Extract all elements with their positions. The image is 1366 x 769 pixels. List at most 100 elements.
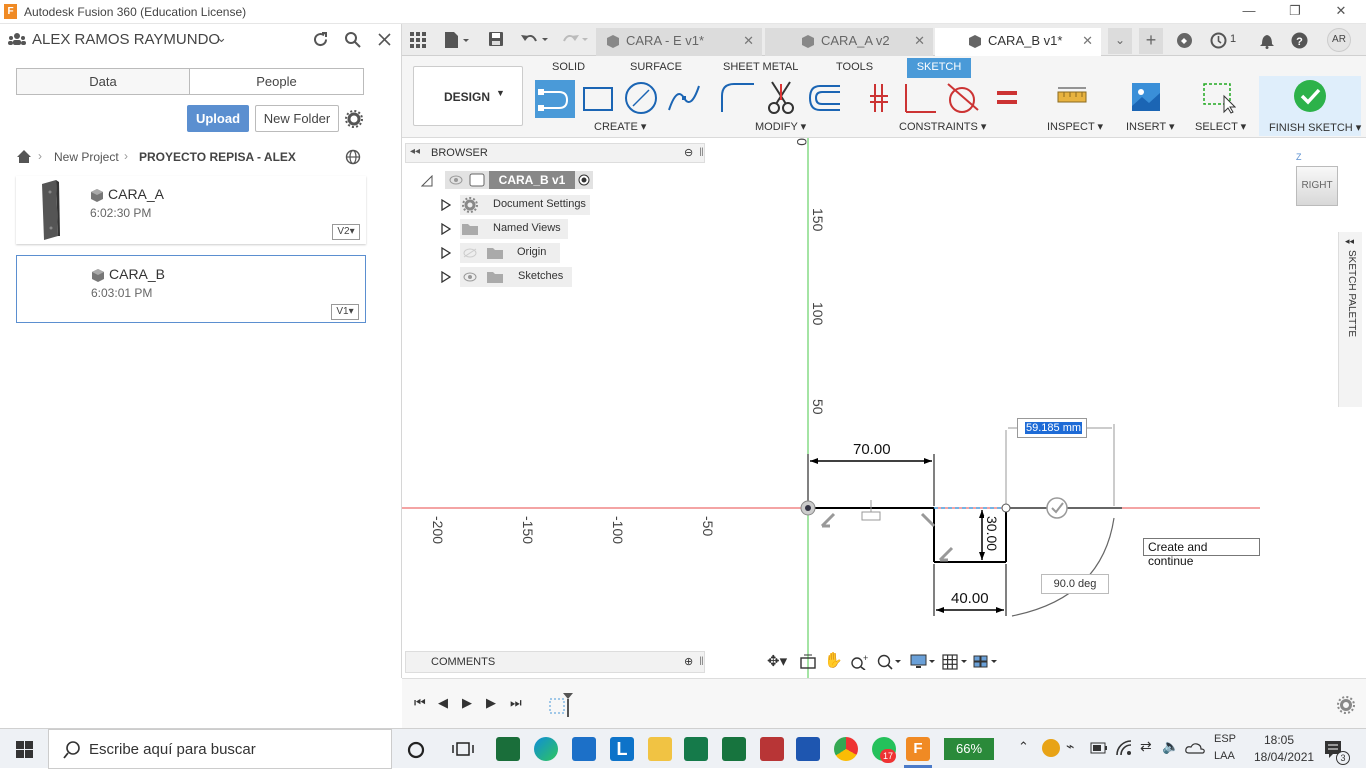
expand-arrow-icon[interactable] bbox=[441, 223, 451, 235]
panel-grip-icon[interactable]: ‖ bbox=[699, 145, 704, 159]
windows-start-icon[interactable] bbox=[16, 741, 33, 758]
collapse-arrows-icon[interactable]: ◂◂ bbox=[410, 146, 420, 157]
finish-sketch-button[interactable]: FINISH SKETCH ▾ bbox=[1259, 76, 1361, 136]
undo-icon[interactable] bbox=[520, 31, 550, 47]
file-menu-icon[interactable] bbox=[444, 31, 470, 49]
skip-to-end-icon[interactable]: ⏭ bbox=[510, 695, 522, 711]
clock-date[interactable]: 18/04/2021 bbox=[1254, 750, 1314, 764]
comments-panel[interactable]: COMMENTS ⊕ ‖ bbox=[405, 651, 705, 673]
insert-image-icon[interactable] bbox=[1131, 82, 1161, 112]
select-window-icon[interactable] bbox=[1202, 82, 1236, 114]
tab-people[interactable]: People bbox=[189, 68, 364, 95]
ribbon-tab-sheet-metal[interactable]: SHEET METAL bbox=[717, 58, 804, 78]
battery-widget[interactable]: 66% bbox=[944, 738, 994, 760]
viewcube[interactable]: RIGHT bbox=[1296, 166, 1338, 206]
play-icon[interactable]: ▶ bbox=[462, 695, 472, 711]
tab-data[interactable]: Data bbox=[16, 68, 190, 95]
close-tab-icon[interactable]: ✕ bbox=[914, 28, 925, 54]
visibility-eye-icon[interactable] bbox=[449, 175, 463, 185]
browser-root-item[interactable]: CARA_B v1 bbox=[489, 171, 575, 189]
globe-icon[interactable] bbox=[345, 149, 361, 165]
fillet-tool-icon[interactable] bbox=[720, 82, 756, 114]
browser-item-named-views[interactable]: Named Views bbox=[460, 219, 568, 239]
ribbon-tab-surface[interactable]: SURFACE bbox=[624, 58, 688, 78]
dimension-30[interactable]: 30.00 bbox=[984, 516, 1000, 552]
edge-browser-icon[interactable] bbox=[534, 737, 558, 761]
clock-time[interactable]: 18:05 bbox=[1264, 733, 1294, 747]
chevron-up-icon[interactable]: ⌃ bbox=[1018, 739, 1029, 755]
volume-icon[interactable]: 🔈 bbox=[1162, 738, 1179, 755]
dimension-70[interactable]: 70.00 bbox=[852, 441, 892, 458]
sketch-palette-tab[interactable]: ◂◂ SKETCH PALETTE bbox=[1338, 232, 1362, 407]
ribbon-tab-sketch[interactable]: SKETCH bbox=[907, 58, 971, 78]
close-panel-icon[interactable] bbox=[377, 32, 392, 47]
version-badge[interactable]: V2▾ bbox=[332, 224, 360, 240]
workspace-switcher[interactable]: DESIGN ▼ bbox=[413, 66, 523, 126]
word-icon[interactable] bbox=[796, 737, 820, 761]
browser-item-document-settings[interactable]: Document Settings bbox=[460, 195, 590, 215]
task-view-icon[interactable] bbox=[452, 740, 474, 758]
refresh-icon[interactable] bbox=[312, 31, 329, 48]
access-icon[interactable] bbox=[760, 737, 784, 761]
close-window-button[interactable]: ✕ bbox=[1326, 2, 1356, 22]
fusion-taskbar-icon[interactable]: F bbox=[906, 737, 930, 761]
upload-button[interactable]: Upload bbox=[187, 105, 249, 132]
ribbon-tab-tools[interactable]: TOOLS bbox=[830, 58, 879, 78]
redo-icon[interactable] bbox=[560, 31, 590, 47]
expand-arrow-icon[interactable] bbox=[441, 247, 451, 259]
pan-hand-icon[interactable]: ✋ bbox=[824, 651, 843, 669]
browser-item-sketches[interactable]: Sketches bbox=[460, 267, 572, 287]
job-status-icon[interactable] bbox=[1210, 32, 1227, 49]
grid-settings-icon[interactable] bbox=[942, 654, 968, 670]
expand-triangle-icon[interactable] bbox=[421, 175, 433, 187]
restore-button[interactable]: ❐ bbox=[1280, 2, 1310, 22]
browser-item-origin[interactable]: Origin bbox=[460, 243, 560, 263]
ribbon-tab-solid[interactable]: SOLID bbox=[546, 58, 591, 78]
close-tab-icon[interactable]: ✕ bbox=[1082, 28, 1093, 54]
dimension-40[interactable]: 40.00 bbox=[951, 590, 989, 607]
cortana-icon[interactable] bbox=[407, 741, 425, 759]
file-explorer-icon[interactable] bbox=[648, 737, 672, 761]
zoom-icon[interactable]: + bbox=[851, 654, 869, 670]
wifi-icon[interactable] bbox=[1115, 739, 1133, 757]
inspect-menu[interactable]: INSPECT ▾ bbox=[1047, 120, 1103, 133]
expand-arrow-icon[interactable] bbox=[441, 271, 451, 283]
minimize-button[interactable]: — bbox=[1234, 2, 1264, 22]
hidden-eye-icon[interactable] bbox=[463, 248, 477, 258]
spline-tool-icon[interactable] bbox=[667, 82, 701, 114]
skip-to-start-icon[interactable]: ⏮ bbox=[414, 695, 426, 711]
display-settings-icon[interactable] bbox=[910, 654, 936, 670]
network-icon[interactable]: ⇄ bbox=[1140, 738, 1152, 755]
angle-input-field[interactable]: 90.0 deg bbox=[1041, 574, 1109, 594]
user-name[interactable]: ALEX RAMOS RAYMUNDO bbox=[32, 31, 220, 48]
select-menu[interactable]: SELECT ▾ bbox=[1195, 120, 1246, 133]
new-tab-plus-icon[interactable]: + bbox=[1139, 28, 1163, 54]
tray-app-icon[interactable] bbox=[1042, 739, 1060, 757]
timeline-sketch-feature-icon[interactable] bbox=[547, 691, 575, 717]
taskbar-search-box[interactable]: Escribe aquí para buscar bbox=[48, 729, 392, 769]
project-app-icon[interactable] bbox=[496, 737, 520, 761]
new-folder-button[interactable]: New Folder bbox=[255, 105, 339, 132]
equal-constraint-icon[interactable] bbox=[996, 90, 1018, 106]
tangent-constraint-icon[interactable] bbox=[944, 80, 980, 114]
look-at-icon[interactable] bbox=[800, 654, 816, 670]
circle-tool-icon[interactable] bbox=[624, 80, 658, 116]
language-indicator[interactable]: ESP bbox=[1214, 733, 1236, 745]
gear-icon[interactable] bbox=[345, 110, 363, 128]
trim-tool-icon[interactable] bbox=[764, 80, 798, 116]
extensions-icon[interactable] bbox=[1176, 32, 1193, 49]
close-tab-icon[interactable]: ✕ bbox=[743, 28, 754, 54]
visibility-eye-icon[interactable] bbox=[463, 272, 477, 282]
battery-icon[interactable] bbox=[1090, 742, 1108, 754]
fit-icon[interactable] bbox=[877, 654, 903, 670]
home-icon[interactable] bbox=[16, 149, 32, 164]
modify-menu[interactable]: MODIFY ▾ bbox=[755, 120, 806, 133]
timeline-settings-gear-icon[interactable] bbox=[1337, 696, 1355, 714]
viewports-icon[interactable] bbox=[973, 654, 999, 670]
step-forward-icon[interactable]: ▶ bbox=[486, 695, 496, 711]
perpendicular-constraint-icon[interactable] bbox=[902, 82, 938, 114]
notifications-bell-icon[interactable] bbox=[1259, 32, 1275, 49]
tab-overflow-chevron-icon[interactable]: ⌄ bbox=[1108, 28, 1132, 54]
breadcrumb-new-project[interactable]: New Project bbox=[54, 150, 119, 164]
offset-tool-icon[interactable] bbox=[806, 82, 842, 114]
